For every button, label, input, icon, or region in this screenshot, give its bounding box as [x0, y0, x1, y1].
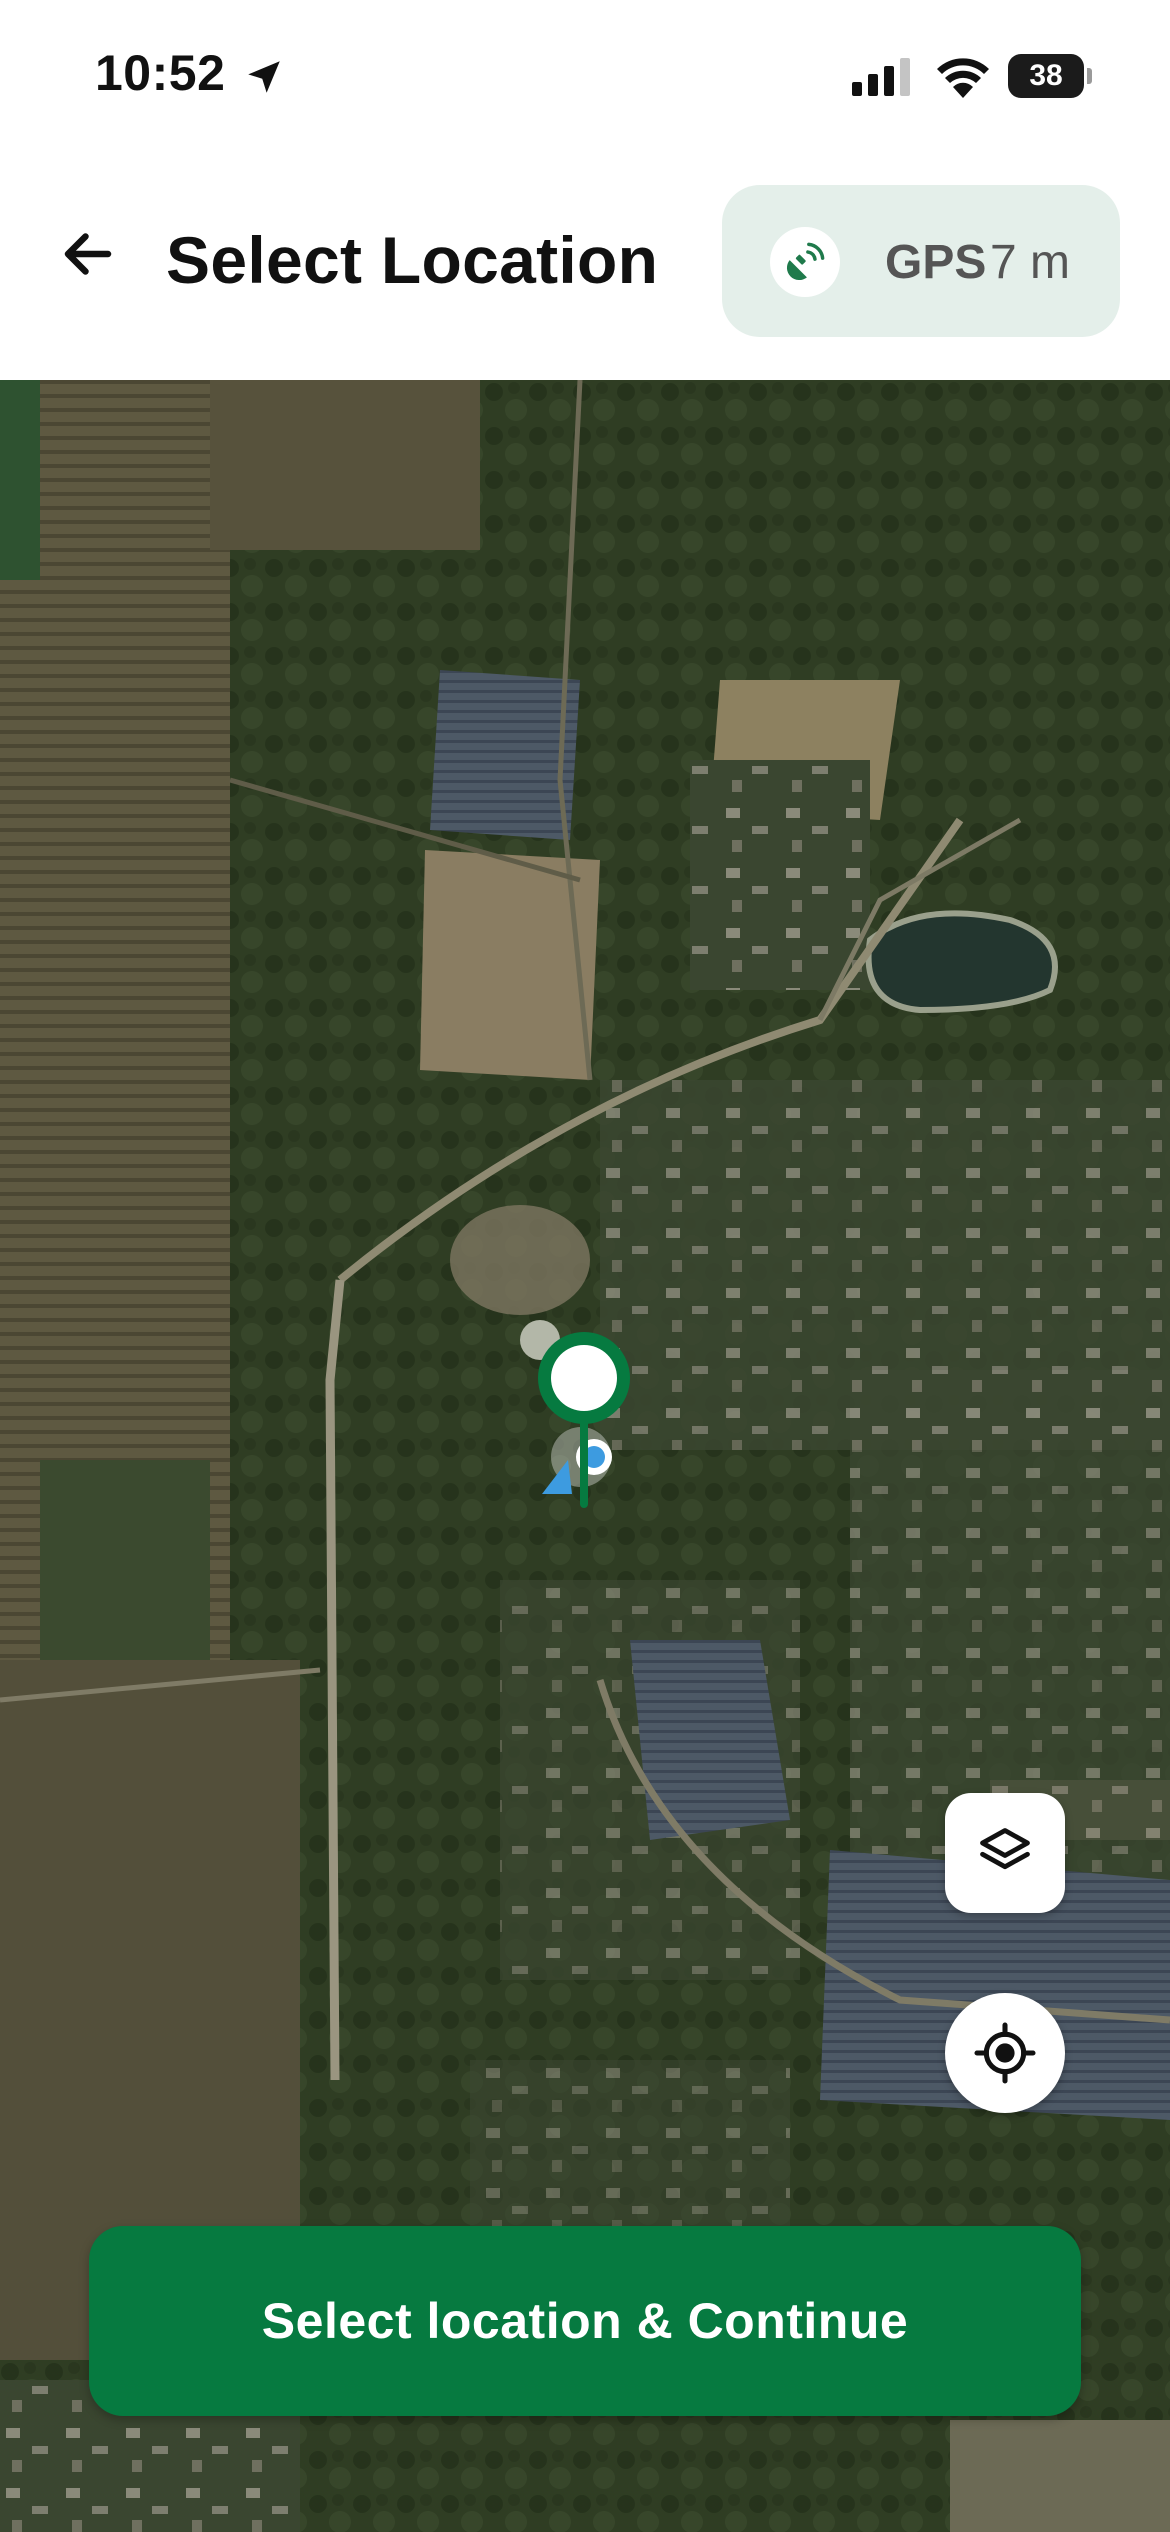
layers-icon	[980, 1828, 1030, 1870]
location-arrow-icon	[248, 61, 280, 93]
map-pin-icon[interactable]	[534, 1328, 634, 1528]
header: Select Location GPS 7 m	[0, 150, 1170, 380]
satellite-signal-icon	[786, 242, 825, 281]
recenter-location-button[interactable]	[945, 1993, 1065, 2113]
select-location-continue-button[interactable]: Select location & Continue	[89, 2226, 1081, 2416]
status-bar: 10:52 38	[0, 0, 1170, 150]
gps-accuracy-chip[interactable]: GPS 7 m	[722, 185, 1120, 337]
status-time: 10:52	[95, 45, 226, 101]
battery-percentage: 38	[1029, 59, 1063, 92]
battery-icon: 38	[1008, 54, 1092, 98]
page-title: Select Location	[166, 223, 659, 297]
back-button[interactable]	[48, 214, 128, 294]
cellular-signal-icon	[852, 58, 910, 96]
map-layers-button[interactable]	[945, 1793, 1065, 1913]
gps-accuracy-value: 7 m	[990, 236, 1071, 289]
arrow-left-icon	[64, 233, 112, 275]
satellite-map[interactable]	[0, 380, 1170, 2532]
gps-icon-wrap	[770, 227, 840, 297]
crosshair-icon	[974, 2022, 1036, 2084]
wifi-icon	[937, 58, 989, 98]
gps-label: GPS	[885, 236, 987, 289]
